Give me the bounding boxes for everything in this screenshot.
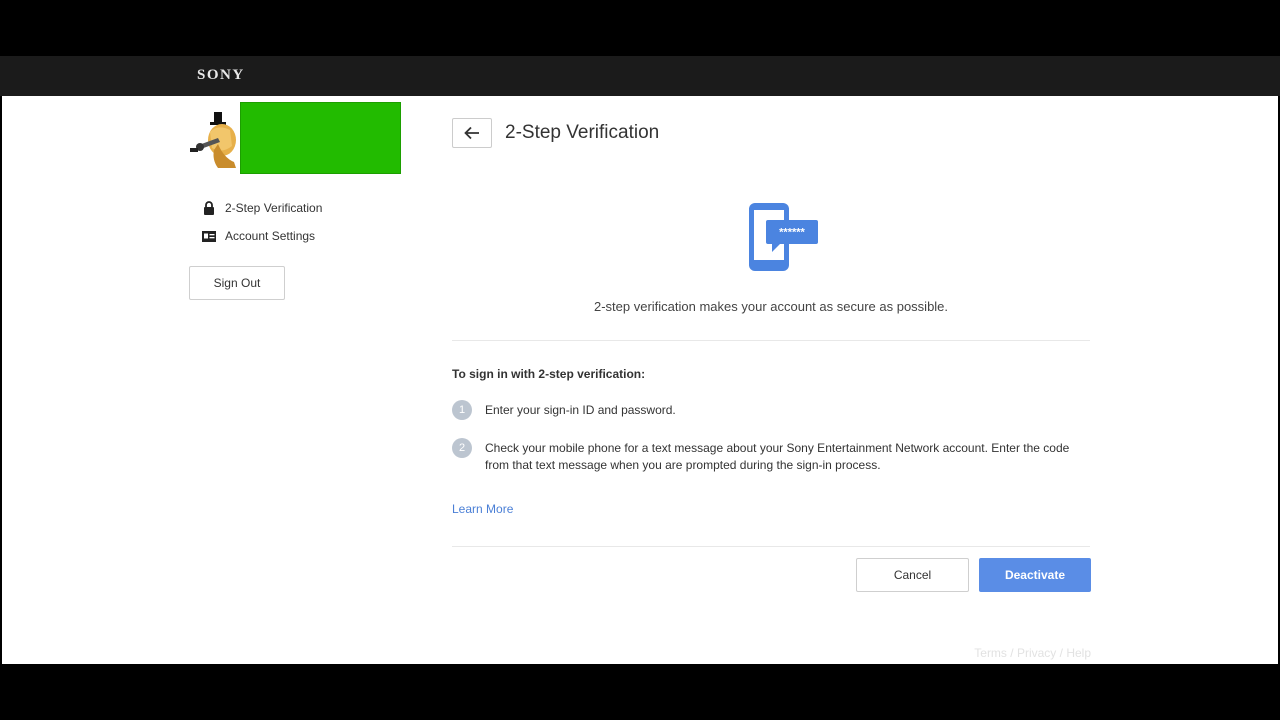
- footer-separator: /: [1056, 646, 1067, 660]
- step-number-badge: 2: [452, 438, 472, 458]
- divider: [452, 546, 1090, 547]
- lock-icon: [202, 201, 216, 215]
- footer-links: Terms / Privacy / Help: [974, 646, 1091, 660]
- step-item: 1 Enter your sign-in ID and password.: [452, 400, 1092, 420]
- terms-link[interactable]: Terms: [974, 646, 1007, 660]
- video-letterbox-bottom: [0, 664, 1280, 720]
- id-card-icon: [202, 229, 216, 243]
- divider: [452, 340, 1090, 341]
- help-link[interactable]: Help: [1066, 646, 1091, 660]
- phone-message-icon: ******: [749, 203, 818, 271]
- cancel-button[interactable]: Cancel: [856, 558, 969, 592]
- deactivate-button[interactable]: Deactivate: [979, 558, 1091, 592]
- learn-more-link[interactable]: Learn More: [452, 502, 513, 516]
- back-button[interactable]: [452, 118, 492, 148]
- masked-code-badge: ******: [779, 227, 805, 239]
- step-number-badge: 1: [452, 400, 472, 420]
- sidebar-item-label: Account Settings: [225, 229, 316, 243]
- sidebar-item-label: 2-Step Verification: [225, 201, 323, 215]
- step-text: Check your mobile phone for a text messa…: [485, 441, 1070, 472]
- sony-logo[interactable]: SONY: [197, 67, 245, 84]
- video-letterbox-top: [0, 0, 1280, 56]
- page-title: 2-Step Verification: [505, 122, 660, 143]
- top-header: SONY: [0, 56, 1280, 96]
- arrow-left-icon: [464, 126, 479, 140]
- footer-separator: /: [1006, 646, 1017, 660]
- steps-heading: To sign in with 2-step verification:: [452, 367, 646, 381]
- page-content: 2-Step Verification Account Settings Sig…: [2, 96, 1278, 664]
- avatar: [190, 112, 236, 168]
- sign-out-button[interactable]: Sign Out: [189, 266, 285, 300]
- security-tagline: 2-step verification makes your account a…: [593, 299, 949, 314]
- sidebar-item-2-step-verification[interactable]: 2-Step Verification: [202, 194, 322, 222]
- step-item: 2 Check your mobile phone for a text mes…: [452, 438, 1092, 474]
- privacy-link[interactable]: Privacy: [1017, 646, 1056, 660]
- sidebar-item-account-settings[interactable]: Account Settings: [202, 222, 322, 250]
- sidebar-nav: 2-Step Verification Account Settings: [202, 194, 322, 250]
- step-text: Enter your sign-in ID and password.: [485, 403, 676, 417]
- redacted-username-block: [240, 102, 401, 174]
